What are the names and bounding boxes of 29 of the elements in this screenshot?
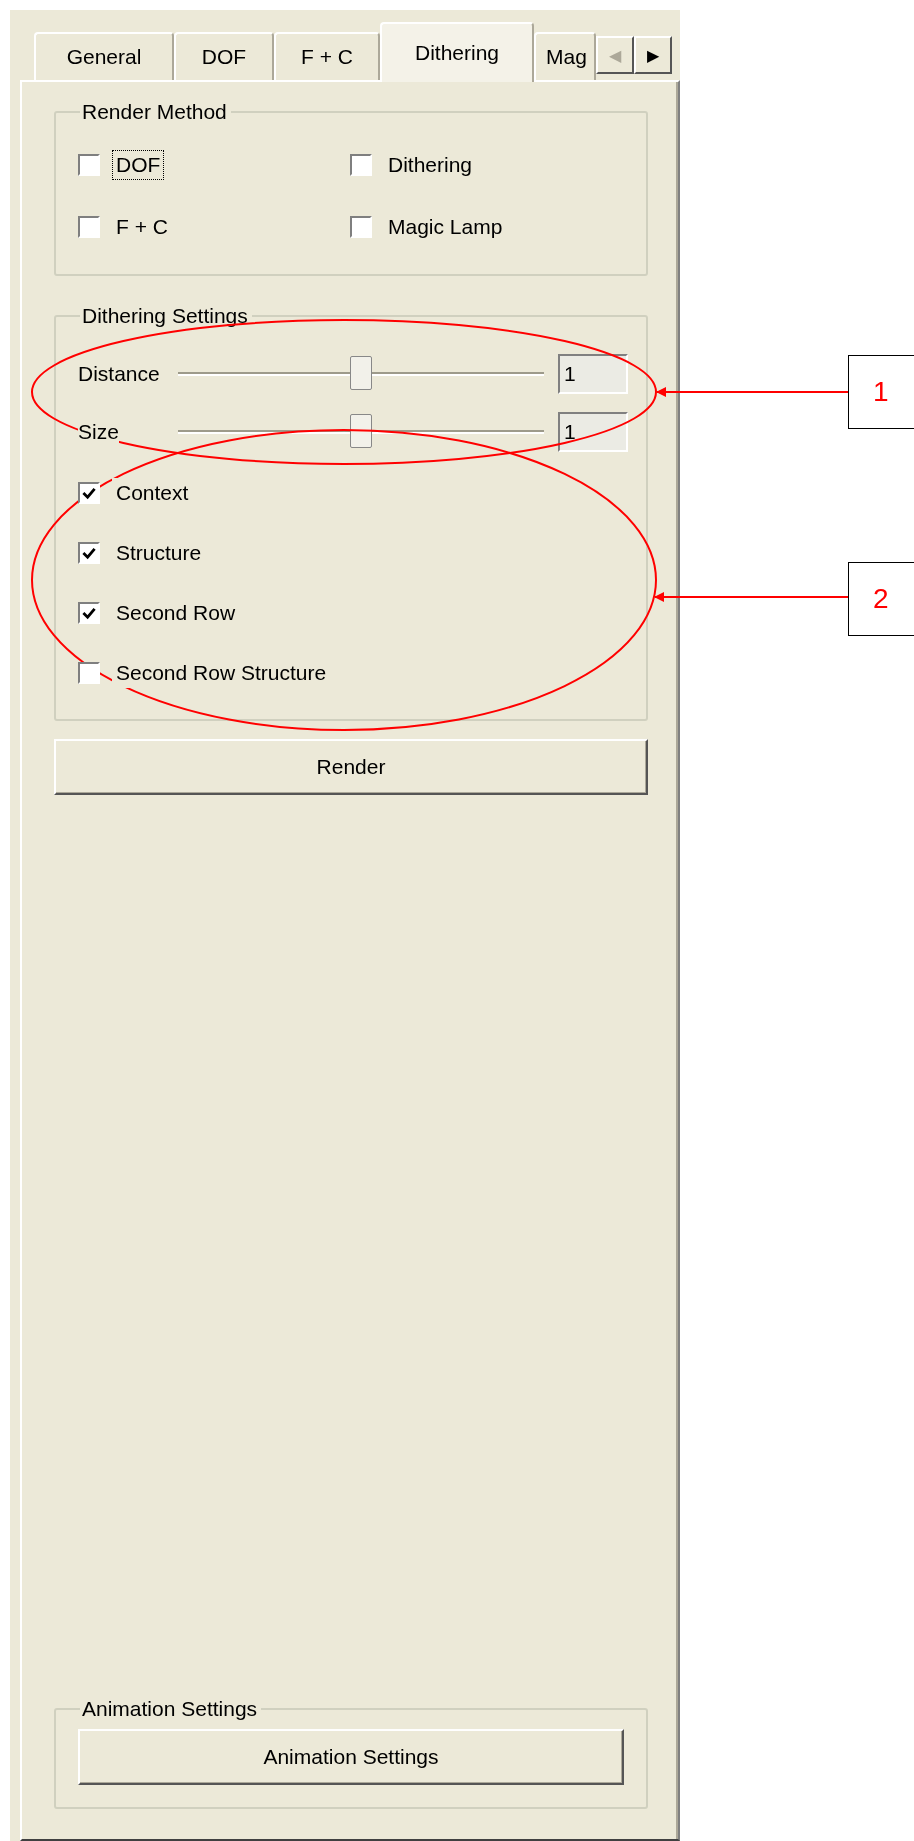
tab[interactable]: General xyxy=(34,32,174,80)
checkbox[interactable] xyxy=(350,154,372,176)
group-title: Render Method xyxy=(81,100,228,124)
checkbox[interactable] xyxy=(78,662,100,684)
value-field[interactable]: 1 xyxy=(558,412,628,452)
checkbox[interactable] xyxy=(78,542,100,564)
value-field[interactable]: 1 xyxy=(558,354,628,394)
animation-settings-button[interactable]: Animation Settings xyxy=(78,1729,624,1785)
tab[interactable]: Dithering xyxy=(380,22,534,82)
scroll-right-button[interactable]: ▶ xyxy=(634,36,672,74)
checkbox[interactable] xyxy=(78,482,100,504)
check-icon xyxy=(82,546,96,560)
tab[interactable]: DOF xyxy=(174,32,274,80)
check-icon xyxy=(82,486,96,500)
checkbox[interactable] xyxy=(78,154,100,176)
check-icon xyxy=(82,606,96,620)
callout-label: 1 xyxy=(848,355,914,429)
callout-label: 2 xyxy=(848,562,914,636)
checkbox[interactable] xyxy=(350,216,372,238)
render-button[interactable]: Render xyxy=(54,739,648,795)
checkbox-label[interactable]: DOF xyxy=(112,150,165,180)
tab[interactable]: F + C xyxy=(274,32,380,80)
checkbox[interactable] xyxy=(78,216,100,238)
slider-thumb[interactable] xyxy=(350,414,372,448)
group-title: Animation Settings xyxy=(81,1697,259,1721)
slider-thumb[interactable] xyxy=(350,356,372,390)
checkbox[interactable] xyxy=(78,602,100,624)
group-title: Dithering Settings xyxy=(81,304,249,328)
tab[interactable]: Mag xyxy=(534,32,596,80)
